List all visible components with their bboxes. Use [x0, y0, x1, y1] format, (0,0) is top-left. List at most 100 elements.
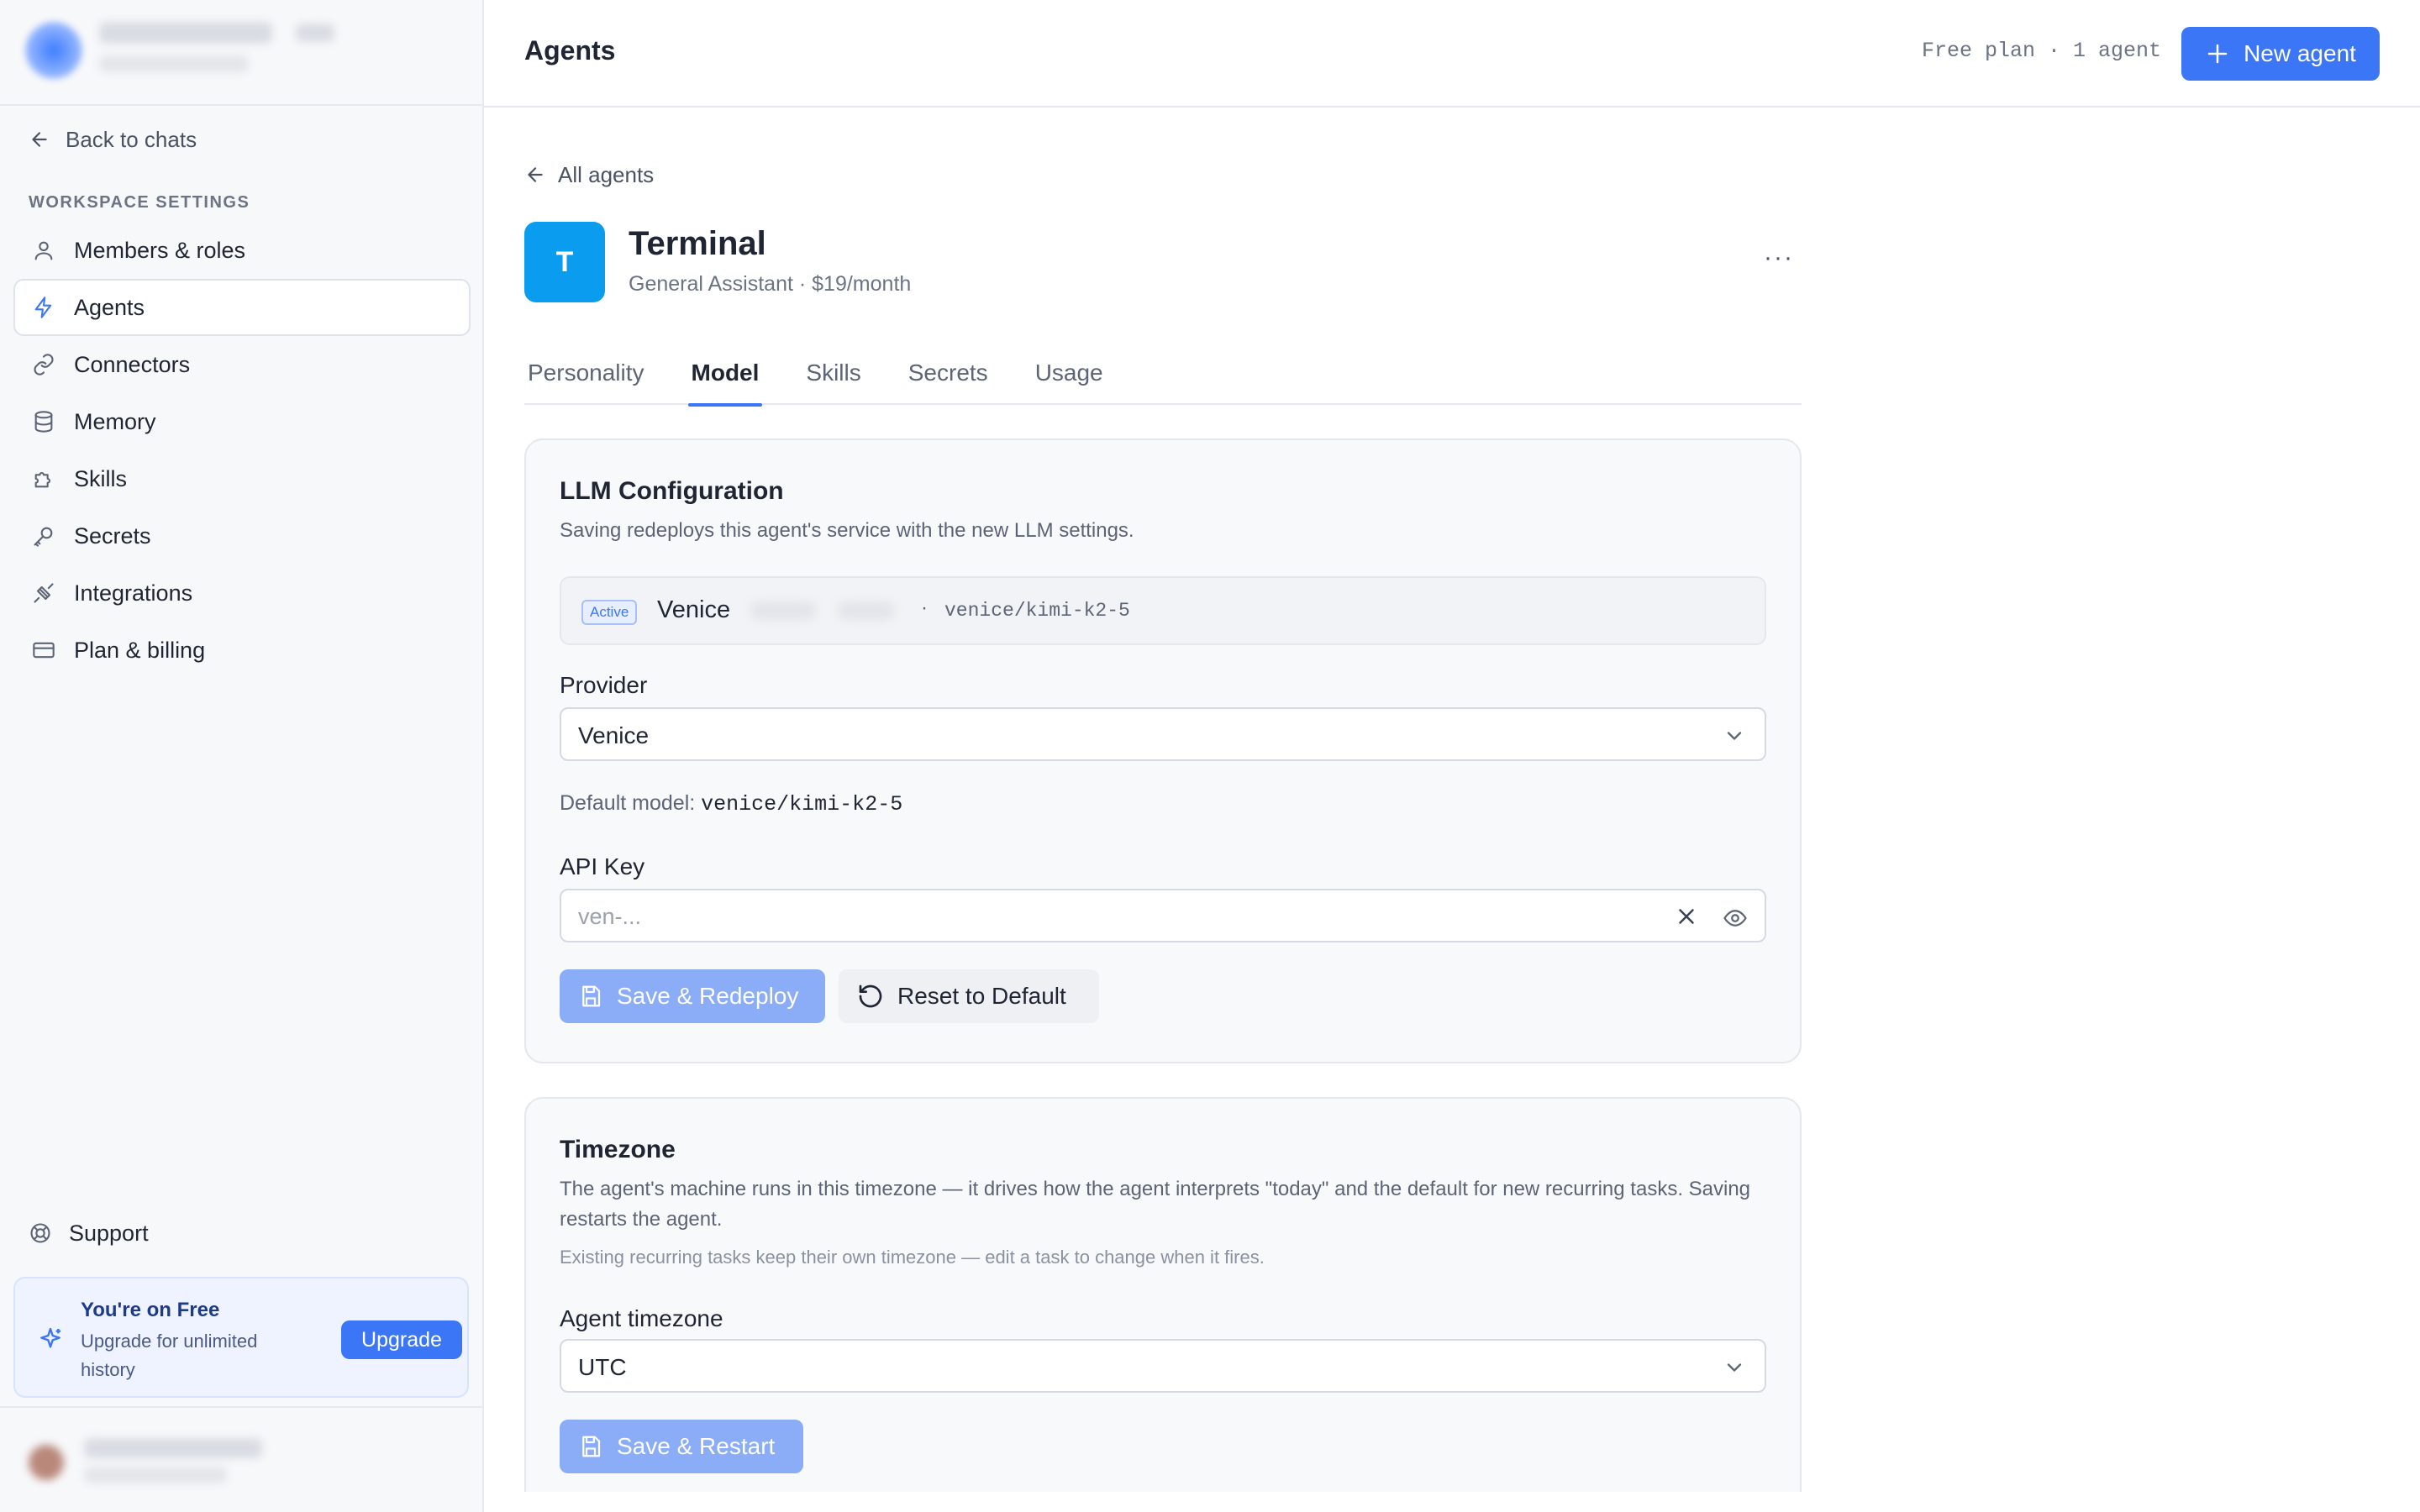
- active-model-id: venice/kimi-k2-5: [944, 600, 1130, 622]
- workspace-name-redacted: [99, 22, 272, 44]
- key-icon: [30, 522, 57, 549]
- link-icon: [30, 351, 57, 378]
- user-profile-menu[interactable]: [0, 1406, 482, 1512]
- sidebar-item-secrets[interactable]: Secrets: [13, 507, 471, 564]
- save-icon: [582, 1436, 601, 1457]
- sidebar-item-label: Members & roles: [74, 237, 246, 263]
- timezone-note: Existing recurring tasks keep their own …: [560, 1247, 1265, 1268]
- api-key-placeholder: ven-...: [578, 904, 642, 929]
- provider-label: Provider: [560, 672, 648, 698]
- chevron-down-icon: [1727, 732, 1742, 740]
- plus-icon: [2207, 44, 2228, 64]
- provider-select-value: Venice: [578, 722, 650, 748]
- tab-skills[interactable]: Skills: [802, 341, 864, 405]
- save-restart-button[interactable]: Save & Restart: [560, 1420, 803, 1473]
- bolt-icon: [30, 294, 57, 321]
- more-options-button[interactable]: ···: [1758, 244, 1800, 277]
- plan-subtitle: Upgrade for unlimited history: [81, 1331, 258, 1380]
- agent-subtitle: General Assistant · $19/month: [629, 272, 912, 296]
- save-redeploy-button[interactable]: Save & Redeploy: [560, 969, 825, 1023]
- tab-model[interactable]: Model: [687, 341, 763, 407]
- upgrade-button[interactable]: Upgrade: [341, 1320, 462, 1359]
- arrow-left-icon: [32, 132, 47, 147]
- sidebar: Back to chats WORKSPACE SETTINGS Members…: [0, 0, 484, 1512]
- agent-avatar: T: [524, 222, 605, 302]
- reset-default-button[interactable]: Reset to Default: [839, 969, 1099, 1023]
- workspace-meta-redacted: [99, 55, 249, 72]
- top-bar: Agents Free plan · 1 agent New agent: [484, 0, 2420, 108]
- new-agent-button[interactable]: New agent: [2181, 27, 2380, 81]
- redacted-detail: [751, 601, 815, 620]
- sidebar-item-plan-billing[interactable]: Plan & billing: [13, 622, 471, 679]
- sidebar-item-label: Integrations: [74, 580, 193, 606]
- active-provider-name: Venice: [657, 596, 731, 623]
- default-model-text: Default model: venice/kimi-k2-5: [560, 791, 902, 816]
- plan-meta: Free plan · 1 agent: [1921, 39, 2161, 63]
- llm-config-title: LLM Configuration: [560, 477, 784, 505]
- sidebar-item-skills[interactable]: Skills: [13, 450, 471, 507]
- sparkle-icon: [40, 1327, 60, 1348]
- default-model-value: venice/kimi-k2-5: [701, 792, 903, 816]
- user-icon: [30, 237, 57, 264]
- back-to-chats-link[interactable]: Back to chats: [29, 123, 197, 156]
- support-label: Support: [69, 1220, 149, 1246]
- page-title: Agents: [524, 35, 616, 66]
- api-key-label: API Key: [560, 853, 645, 879]
- lifebuoy-icon: [30, 1223, 50, 1243]
- save-restart-label: Save & Restart: [617, 1433, 776, 1459]
- database-icon: [30, 408, 57, 435]
- sidebar-item-agents[interactable]: Agents: [13, 279, 471, 336]
- tab-secrets[interactable]: Secrets: [905, 341, 992, 405]
- agent-detail: All agents T Terminal General Assistant …: [484, 109, 2420, 1492]
- llm-config-description: Saving redeploys this agent's service wi…: [560, 519, 1134, 542]
- workspace-settings-heading: WORKSPACE SETTINGS: [29, 193, 250, 212]
- api-key-input[interactable]: ven-...: [560, 889, 1766, 942]
- agent-name: Terminal: [629, 225, 766, 262]
- user-email-redacted: [84, 1467, 227, 1483]
- clear-icon[interactable]: [1674, 904, 1699, 929]
- active-badge: Active: [581, 600, 638, 625]
- undo-icon: [859, 984, 882, 1008]
- sidebar-item-integrations[interactable]: Integrations: [13, 564, 471, 622]
- tab-usage[interactable]: Usage: [1032, 341, 1107, 405]
- all-agents-link[interactable]: All agents: [524, 158, 654, 192]
- eye-icon[interactable]: [1723, 906, 1748, 931]
- sidebar-item-memory[interactable]: Memory: [13, 393, 471, 450]
- sidebar-item-label: Memory: [74, 408, 156, 434]
- puzzle-icon: [30, 465, 57, 492]
- new-agent-label: New agent: [2244, 40, 2356, 66]
- settings-nav: Members & roles Agents Connectors Memory…: [13, 222, 471, 679]
- redacted-detail: [839, 601, 894, 620]
- separator: ·: [921, 596, 928, 619]
- timezone-select[interactable]: UTC: [560, 1339, 1766, 1393]
- user-name-redacted: [84, 1438, 262, 1458]
- timezone-select-value: UTC: [578, 1354, 627, 1380]
- timezone-card: Timezone The agent's machine runs in thi…: [524, 1097, 1802, 1492]
- timezone-title: Timezone: [560, 1136, 676, 1163]
- chevron-down-icon: [1727, 1363, 1742, 1372]
- agent-tabs: Personality Model Skills Secrets Usage: [524, 341, 1802, 407]
- arrow-left-icon: [528, 167, 543, 182]
- sidebar-item-label: Agents: [74, 294, 145, 320]
- back-to-chats-label: Back to chats: [66, 126, 197, 152]
- sidebar-item-connectors[interactable]: Connectors: [13, 336, 471, 393]
- workspace-logo: [25, 22, 82, 79]
- tab-personality[interactable]: Personality: [524, 341, 648, 405]
- agent-timezone-label: Agent timezone: [560, 1305, 723, 1331]
- support-link[interactable]: Support: [29, 1216, 149, 1250]
- sidebar-item-label: Plan & billing: [74, 637, 206, 663]
- sidebar-item-label: Secrets: [74, 522, 151, 549]
- workspace-badge-redacted: [296, 24, 334, 42]
- sidebar-item-label: Skills: [74, 465, 128, 491]
- reset-default-label: Reset to Default: [897, 983, 1066, 1009]
- sidebar-item-label: Connectors: [74, 351, 191, 377]
- plan-title: You're on Free: [81, 1299, 220, 1321]
- active-provider-row: Active Venice · venice/kimi-k2-5: [560, 576, 1766, 645]
- plan-upgrade-card: You're on Free Upgrade for unlimited his…: [13, 1277, 469, 1398]
- llm-configuration-card: LLM Configuration Saving redeploys this …: [524, 438, 1802, 1063]
- sidebar-item-members-roles[interactable]: Members & roles: [13, 222, 471, 279]
- provider-select[interactable]: Venice: [560, 707, 1766, 761]
- credit-card-icon: [30, 637, 57, 664]
- save-redeploy-label: Save & Redeploy: [617, 983, 799, 1009]
- workspace-switcher[interactable]: [0, 0, 482, 106]
